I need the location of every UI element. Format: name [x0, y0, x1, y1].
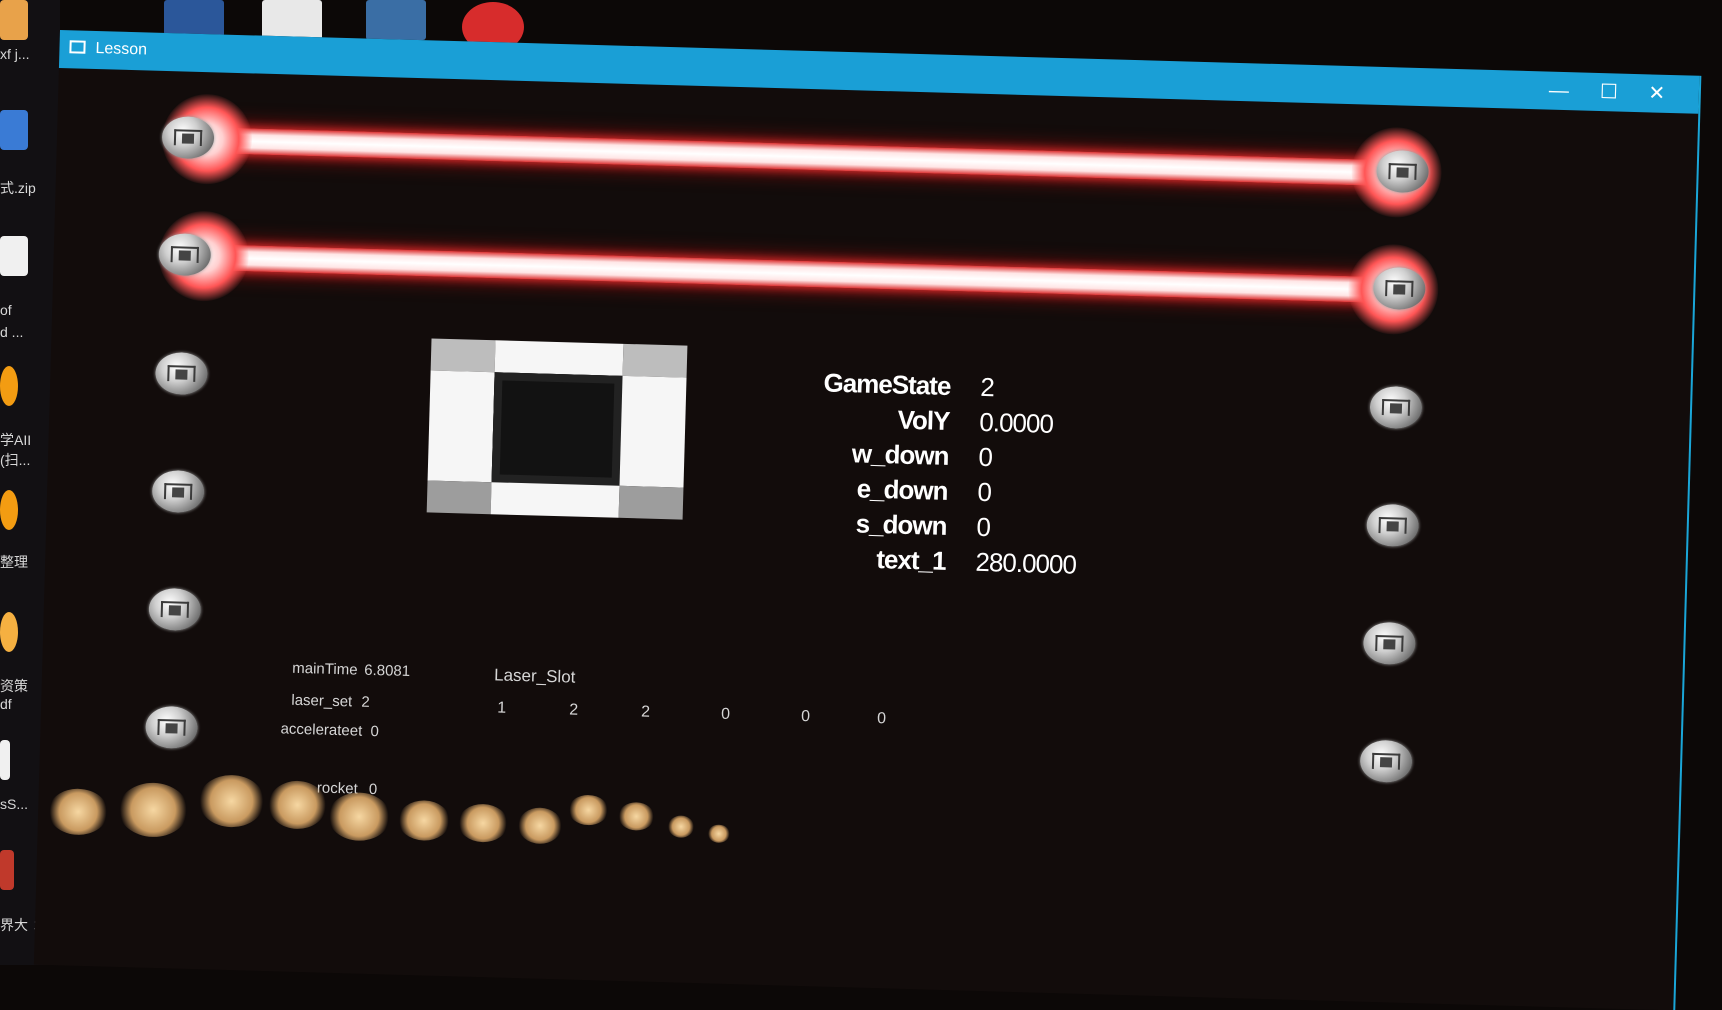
laser-slot-value: 2	[640, 703, 651, 721]
debug-maintime-value: 6.8081	[364, 661, 411, 681]
left-turret-sprite	[144, 705, 199, 750]
debug-accelerate-label: accelerateet	[280, 720, 363, 740]
hud-value-s-down: 0	[976, 511, 991, 543]
laser-slot-value: 0	[876, 710, 887, 728]
hud-label-w-down: w_down	[851, 438, 949, 471]
debug-accelerate-value: 0	[370, 722, 380, 741]
desktop-icon-book[interactable]	[0, 850, 14, 890]
laser-beam	[203, 244, 1394, 304]
desktop-icon-label: 资策	[0, 678, 28, 694]
desktop-icon-label: sS...	[0, 796, 29, 812]
game-canvas[interactable]: GameState 2 VolY 0.0000 w_down 0 e_down …	[34, 68, 1698, 1010]
hud-value-e-down: 0	[977, 476, 992, 508]
light-glare	[267, 780, 328, 830]
game-window: Lesson — ☐ ✕ GameState 2 VolY 0.0000 w_d…	[33, 30, 1702, 1010]
light-glare	[397, 799, 451, 842]
laser-slot-value: 0	[800, 707, 811, 726]
desktop-icon-label: of	[0, 302, 12, 318]
desktop-icon-label: 界大	[0, 917, 28, 933]
window-title: Lesson	[95, 40, 148, 59]
light-glare	[47, 787, 109, 836]
debug-laser-set-value: 2	[361, 693, 370, 711]
desktop-icon-document[interactable]	[0, 366, 18, 406]
window-app-icon	[69, 40, 86, 54]
minimize-button[interactable]: —	[1538, 75, 1579, 106]
desktop-icon-label: df	[0, 696, 12, 712]
hud-value-voly: 0.0000	[978, 406, 1054, 439]
laser-beam	[206, 127, 1397, 187]
laser-slot-value: 2	[568, 701, 579, 719]
desktop-icon-label: 学AII	[0, 432, 32, 448]
light-glare	[707, 824, 731, 844]
laser-slot-title: Laser_Slot	[493, 665, 576, 687]
player-box-sprite	[426, 338, 688, 520]
hud-value-w-down: 0	[978, 441, 993, 473]
right-turret-sprite	[1359, 739, 1413, 784]
light-glare	[517, 807, 563, 845]
desktop-icon-label: 式.zip	[0, 180, 36, 196]
light-glare	[667, 815, 695, 839]
python-app-icon[interactable]	[366, 0, 426, 40]
light-glare	[617, 801, 655, 831]
maximize-button[interactable]: ☐	[1588, 77, 1629, 108]
debug-laser-set-label: laser_set	[291, 691, 353, 711]
desktop-icon-document[interactable]	[0, 490, 18, 530]
light-glare	[197, 774, 266, 829]
desktop-icon-label: xf j...	[0, 46, 30, 62]
hud-label-voly: VolY	[897, 404, 950, 436]
desktop-icon-label: d ...	[0, 324, 24, 340]
left-turret-sprite	[148, 587, 202, 632]
desktop-icon-label: 整理	[0, 554, 28, 570]
desktop-icon-label: (扫...	[0, 452, 31, 468]
laser-slot-value: 1	[497, 699, 507, 717]
desktop-icon-file[interactable]	[0, 236, 28, 276]
file-app-icon[interactable]	[262, 0, 322, 40]
light-glare	[117, 781, 190, 838]
laser-slot-value: 0	[720, 705, 731, 723]
debug-maintime-label: mainTime	[292, 659, 358, 679]
light-glare	[327, 791, 391, 842]
light-glare	[568, 794, 609, 826]
desktop-icon-zip[interactable]	[0, 110, 28, 150]
desktop-icon-archive[interactable]	[0, 0, 28, 40]
close-button[interactable]: ✕	[1636, 78, 1677, 109]
hud-label-s-down: s_down	[855, 508, 947, 541]
left-turret-sprite	[154, 351, 209, 396]
left-turret-sprite	[151, 469, 205, 514]
desktop-icon-file[interactable]	[0, 740, 10, 780]
hud-label-e-down: e_down	[856, 473, 948, 506]
light-glare	[457, 803, 509, 843]
hud-label-text-1: text_1	[875, 544, 946, 576]
hud-value-text-1: 280.0000	[975, 546, 1077, 580]
hud-value-gamestate: 2	[979, 371, 995, 403]
right-turret-sprite	[1366, 503, 1420, 548]
right-turret-sprite	[1369, 385, 1423, 430]
desktop-icon-document[interactable]	[0, 612, 18, 652]
hud-label-gamestate: GameState	[823, 367, 951, 401]
right-turret-sprite	[1362, 621, 1416, 666]
